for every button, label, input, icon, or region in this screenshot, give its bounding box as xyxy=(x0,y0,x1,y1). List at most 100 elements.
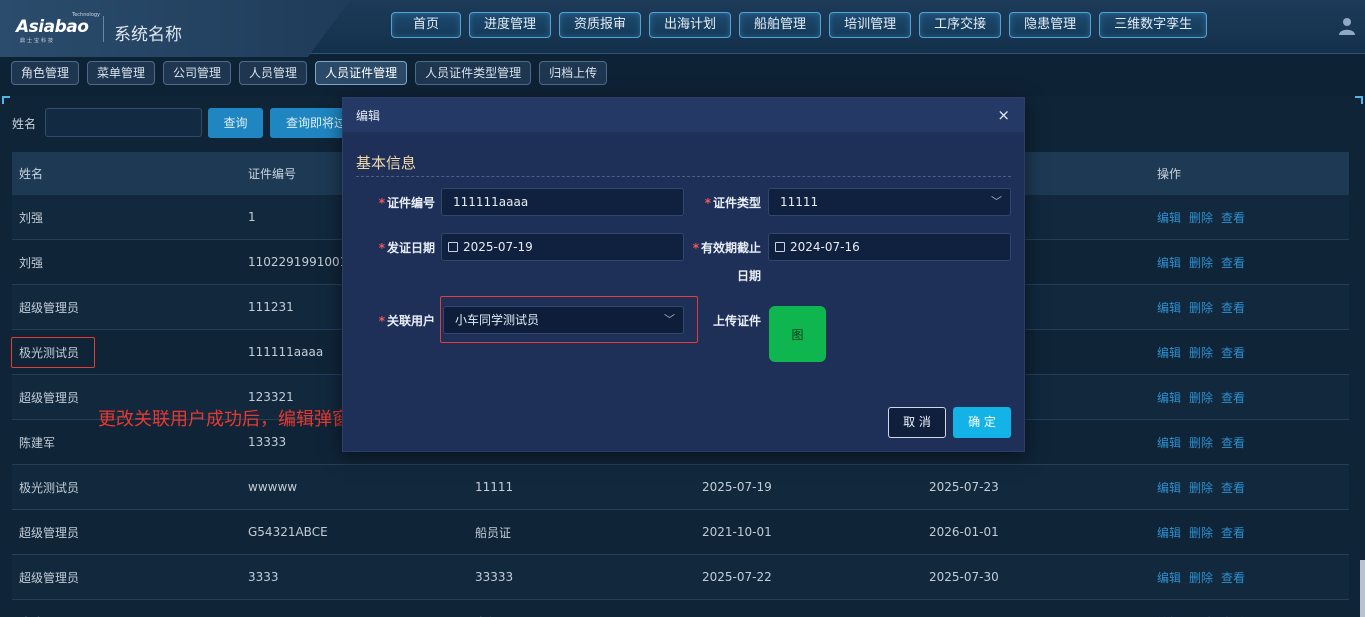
table-row: 极光测试员 wwwww 11111 2025-07-19 2025-07-23 编辑 删除查… xyxy=(12,465,1349,510)
edit-link[interactable]: 编辑 xyxy=(1157,479,1181,496)
view-link[interactable]: 查看 xyxy=(1221,254,1245,271)
edit-link[interactable]: 编辑 xyxy=(1157,434,1181,451)
cert-no-input[interactable]: 111111aaaa xyxy=(441,188,684,216)
table-cell: 2021-10-01 xyxy=(702,525,772,539)
related-user-select[interactable]: 小车同学测试员 ﹀ xyxy=(443,306,684,334)
delete-link[interactable]: 删除 xyxy=(1189,434,1213,451)
edit-link[interactable]: 编辑 xyxy=(1157,389,1181,406)
table-cell: 13333 xyxy=(248,435,287,449)
upload-cert-label: 上传证件 xyxy=(712,314,761,328)
tab-archive-upload[interactable]: 归档上传 xyxy=(539,61,608,85)
delete-link[interactable]: 删除 xyxy=(1189,209,1213,226)
modal-header: 编辑 × xyxy=(343,98,1024,132)
nav-progress[interactable]: 进度管理 xyxy=(469,12,552,38)
user-icon[interactable] xyxy=(1338,16,1356,36)
tab-personnel-cert[interactable]: 人员证件管理 xyxy=(315,61,408,85)
view-link[interactable]: 查看 xyxy=(1221,479,1245,496)
expiry-date-picker[interactable]: 2024-07-16 xyxy=(768,233,1011,261)
delete-link[interactable]: 删除 xyxy=(1189,569,1213,586)
view-link[interactable]: 查看 xyxy=(1221,614,1245,617)
row-actions: 编辑删除查看 xyxy=(1157,524,1245,541)
row-actions: 编辑删除查看 xyxy=(1157,434,1245,451)
cert-type-select[interactable]: 11111 ﹀ xyxy=(768,188,1011,216)
table-cell: 陈建军 xyxy=(19,614,55,617)
view-link[interactable]: 查看 xyxy=(1221,569,1245,586)
view-link[interactable]: 查看 xyxy=(1221,434,1245,451)
top-header: Asiabao Technology 鼎士宝科技 系统名称 首页 进度管理 资质… xyxy=(0,0,1365,57)
chevron-down-icon: ﹀ xyxy=(991,195,1002,208)
edit-link[interactable]: 编辑 xyxy=(1157,524,1181,541)
query-button[interactable]: 查询 xyxy=(208,108,263,138)
delete-link[interactable]: 删除 xyxy=(1189,299,1213,316)
system-name: 系统名称 xyxy=(114,25,182,45)
delete-link[interactable]: 删除 xyxy=(1189,524,1213,541)
nav-qualification[interactable]: 资质报审 xyxy=(559,12,642,38)
tab-personnel[interactable]: 人员管理 xyxy=(239,61,308,85)
table-cell: 2025-07-22 xyxy=(702,570,772,584)
table-cell: wwwww xyxy=(248,480,298,494)
search-name-input[interactable] xyxy=(45,108,202,137)
nav-training[interactable]: 培训管理 xyxy=(829,12,912,38)
tab-menu[interactable]: 菜单管理 xyxy=(87,61,156,85)
chevron-down-icon: ﹀ xyxy=(664,313,675,326)
edit-link[interactable]: 编辑 xyxy=(1157,209,1181,226)
table-cell: 111231 xyxy=(248,300,294,314)
cancel-button[interactable]: 取 消 xyxy=(888,407,946,438)
row-actions: 编辑删除查看 xyxy=(1157,344,1245,361)
view-link[interactable]: 查看 xyxy=(1221,299,1245,316)
issue-date-picker[interactable]: 2025-07-19 xyxy=(441,233,684,261)
tab-role[interactable]: 角色管理 xyxy=(11,61,80,85)
table-cell: 3333 xyxy=(248,570,279,584)
company-logo: Asiabao Technology 鼎士宝科技 xyxy=(16,12,101,44)
highlight-box-name xyxy=(11,337,95,368)
table-cell: 超级管理员 xyxy=(19,570,80,585)
nav-hazard[interactable]: 隐患管理 xyxy=(1009,12,1092,38)
delete-link[interactable]: 删除 xyxy=(1189,389,1213,406)
issue-date-label: * 发证日期 xyxy=(378,241,435,255)
edit-link[interactable]: 编辑 xyxy=(1157,299,1181,316)
delete-link[interactable]: 删除 xyxy=(1189,614,1213,617)
query-expiring-button[interactable]: 查询即将过期 xyxy=(270,108,350,138)
view-link[interactable]: 查看 xyxy=(1221,524,1245,541)
calendar-icon xyxy=(448,242,458,252)
nav-ship[interactable]: 船舶管理 xyxy=(739,12,822,38)
expiry-date-label: * 有效期截止 xyxy=(692,241,761,255)
view-link[interactable]: 查看 xyxy=(1221,344,1245,361)
edit-link[interactable]: 编辑 xyxy=(1157,254,1181,271)
table-cell: 2025-07-23 xyxy=(929,480,999,494)
delete-link[interactable]: 删除 xyxy=(1189,479,1213,496)
nav-sea-plan[interactable]: 出海计划 xyxy=(649,12,732,38)
scrollbar[interactable] xyxy=(1360,560,1365,617)
close-icon[interactable]: × xyxy=(997,106,1010,124)
cert-type-label: * 证件类型 xyxy=(704,196,761,210)
col-cert-no: 证件编号 xyxy=(248,167,297,181)
upload-cert-thumbnail[interactable]: 图 xyxy=(769,306,826,362)
tab-company[interactable]: 公司管理 xyxy=(163,61,232,85)
confirm-button[interactable]: 确 定 xyxy=(953,407,1011,438)
modal-title: 编辑 xyxy=(356,108,381,123)
nav-digital-twin[interactable]: 三维数字孪生 xyxy=(1099,12,1208,38)
cert-no-label: * 证件编号 xyxy=(378,196,435,210)
nav-home[interactable]: 首页 xyxy=(391,12,461,38)
image-icon: 图 xyxy=(791,327,804,342)
table-cell: 刘强 xyxy=(19,210,44,225)
delete-link[interactable]: 删除 xyxy=(1189,254,1213,271)
edit-link[interactable]: 编辑 xyxy=(1157,344,1181,361)
table-cell: 33333 xyxy=(475,570,514,584)
view-link[interactable]: 查看 xyxy=(1221,209,1245,226)
expiry-date-label-cont: 日期 xyxy=(736,269,761,283)
table-cell: 超级管理员 xyxy=(19,525,80,540)
view-link[interactable]: 查看 xyxy=(1221,389,1245,406)
nav-handover[interactable]: 工序交接 xyxy=(919,12,1002,38)
table-cell: 111111aaaa xyxy=(248,345,324,359)
edit-link[interactable]: 编辑 xyxy=(1157,569,1181,586)
edit-link[interactable]: 编辑 xyxy=(1157,614,1181,617)
frame-corner xyxy=(2,96,10,104)
tab-cert-type[interactable]: 人员证件类型管理 xyxy=(415,61,532,85)
row-actions: 编辑删除查看 xyxy=(1157,299,1245,316)
table-cell: 2025-07-19 xyxy=(702,480,772,494)
table-row: 超级管理员 3333 33333 2025-07-22 2025-07-30 编辑 删除 查看 xyxy=(12,555,1349,600)
section-divider xyxy=(356,176,1011,177)
row-actions: 编辑删除查看 xyxy=(1157,389,1245,406)
delete-link[interactable]: 删除 xyxy=(1189,344,1213,361)
